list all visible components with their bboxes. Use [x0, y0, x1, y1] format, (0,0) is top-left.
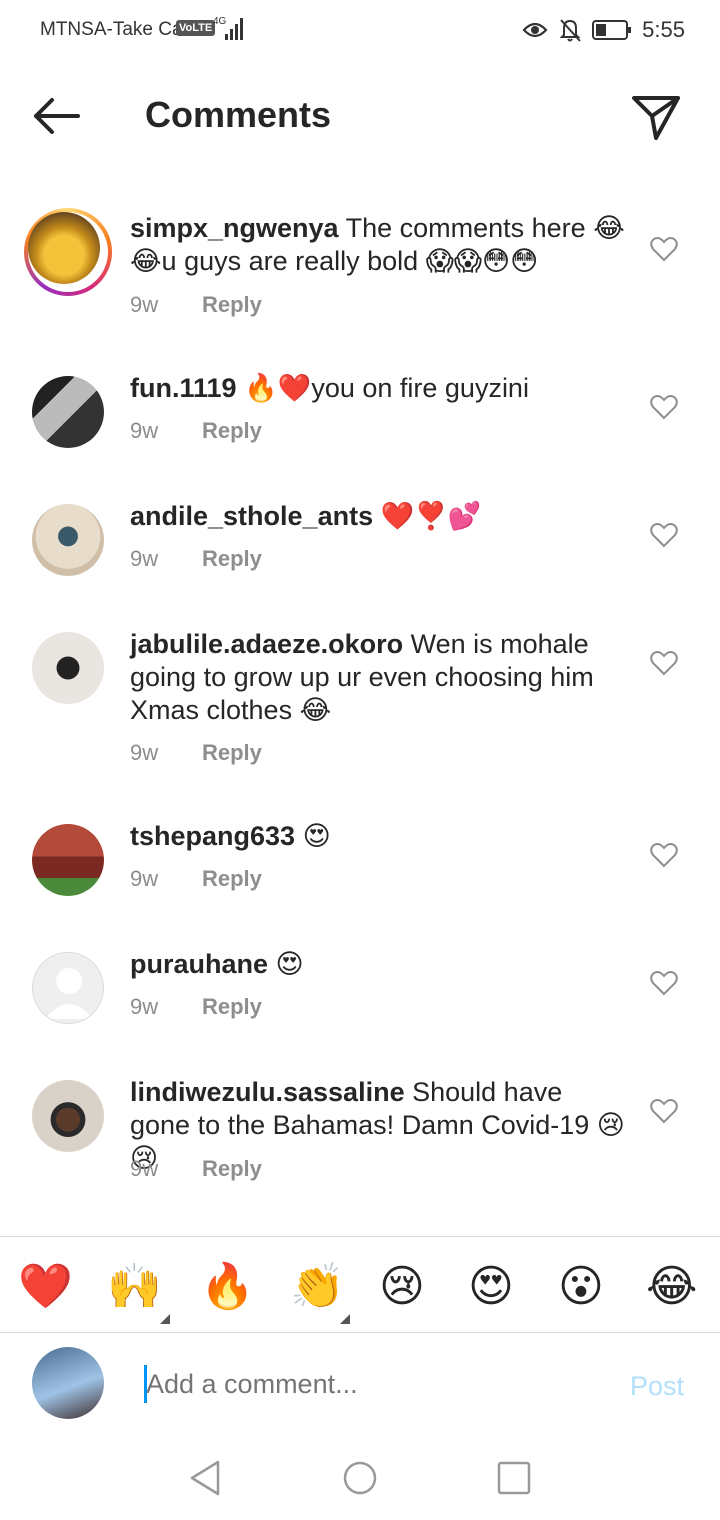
- comment-body: tshepang633 😍: [130, 820, 625, 853]
- comment-meta: 9w Reply: [130, 740, 262, 766]
- avatar[interactable]: [32, 376, 104, 448]
- comment-time: 9w: [130, 292, 159, 317]
- emoji-laugh-button[interactable]: 😂: [646, 1262, 697, 1312]
- comment-username[interactable]: andile_sthole_ants: [130, 501, 373, 531]
- reply-button[interactable]: Reply: [202, 292, 262, 318]
- comment-text: 🔥❤️you on fire guyzini: [244, 373, 529, 403]
- emoji-cry-button[interactable]: 😢: [379, 1262, 425, 1312]
- avatar[interactable]: [32, 824, 104, 896]
- avatar[interactable]: [32, 504, 104, 576]
- like-heart-icon[interactable]: [650, 650, 678, 676]
- avatar[interactable]: [32, 632, 104, 704]
- carrier-name: MTNSA-Take Ca: [40, 19, 183, 40]
- comment-composer: Post: [0, 1333, 720, 1433]
- reply-button[interactable]: Reply: [202, 866, 262, 892]
- avatar[interactable]: [32, 952, 104, 1024]
- comment-meta: 9w Reply: [130, 866, 262, 892]
- like-heart-icon[interactable]: [650, 1098, 678, 1124]
- comment-username[interactable]: fun.1119: [130, 373, 237, 403]
- signal-icon: 4G: [213, 16, 243, 40]
- my-avatar: [32, 1347, 104, 1419]
- comment-time: 9w: [130, 1156, 159, 1181]
- comment-username[interactable]: jabulile.adaeze.okoro: [130, 629, 403, 659]
- nav-back-icon[interactable]: [186, 1458, 226, 1498]
- comment-meta: 9w Reply: [130, 418, 262, 444]
- nav-home-icon[interactable]: [340, 1458, 380, 1498]
- like-heart-icon[interactable]: [650, 236, 678, 262]
- like-heart-icon[interactable]: [650, 842, 678, 868]
- nav-recents-icon[interactable]: [494, 1458, 534, 1498]
- reply-button[interactable]: Reply: [202, 1156, 262, 1182]
- comment-input[interactable]: [146, 1369, 576, 1400]
- emoji-surprised-button[interactable]: 😮: [558, 1262, 604, 1312]
- comment-time: 9w: [130, 866, 159, 891]
- status-bar: MTNSA-Take Ca VoLTE 4G 5:55: [0, 0, 720, 62]
- emoji-heart-eyes-button[interactable]: 😍: [468, 1262, 514, 1312]
- comment-username[interactable]: tshepang633: [130, 821, 295, 851]
- comment-meta: 9w Reply: [130, 1156, 262, 1182]
- like-heart-icon[interactable]: [650, 394, 678, 420]
- avatar[interactable]: [32, 1080, 104, 1152]
- reply-button[interactable]: Reply: [202, 546, 262, 572]
- comment-body: simpx_ngwenya The comments here 😂😂u guys…: [130, 212, 625, 278]
- header: Comments: [0, 62, 720, 172]
- comment-meta: 9w Reply: [130, 292, 262, 318]
- bell-off-icon: [559, 19, 581, 42]
- comment-text: ❤️❣️💕: [380, 501, 482, 531]
- comment-username[interactable]: simpx_ngwenya: [130, 213, 339, 243]
- emoji-quick-bar: ❤️ 🙌 🔥 👏 😢 😍 😮 😂: [0, 1238, 720, 1332]
- direct-send-icon[interactable]: [628, 92, 684, 142]
- network-type: 4G: [213, 16, 227, 27]
- comment-meta: 9w Reply: [130, 546, 262, 572]
- default-avatar-icon: [45, 968, 93, 1019]
- like-heart-icon[interactable]: [650, 522, 678, 548]
- comment-username[interactable]: lindiwezulu.sassaline: [130, 1077, 405, 1107]
- back-arrow-icon[interactable]: [30, 92, 82, 140]
- comment-time: 9w: [130, 994, 159, 1019]
- comment-text: 😍: [302, 821, 331, 851]
- divider: [0, 1236, 720, 1237]
- skin-tone-indicator: [160, 1314, 170, 1324]
- comment-time: 9w: [130, 418, 159, 443]
- system-nav-bar: [0, 1440, 720, 1520]
- skin-tone-indicator: [340, 1314, 350, 1324]
- eye-icon: [522, 22, 548, 38]
- comment-text: 😍: [275, 949, 304, 979]
- reply-button[interactable]: Reply: [202, 418, 262, 444]
- like-heart-icon[interactable]: [650, 970, 678, 996]
- clock: 5:55: [642, 17, 685, 42]
- emoji-clap-button[interactable]: 👏: [290, 1262, 345, 1312]
- comment-time: 9w: [130, 546, 159, 571]
- comment-time: 9w: [130, 740, 159, 765]
- emoji-fire-button[interactable]: 🔥: [200, 1262, 255, 1312]
- volte-badge: VoLTE: [176, 20, 216, 36]
- comment-username[interactable]: purauhane: [130, 949, 268, 979]
- comment-body: jabulile.adaeze.okoro Wen is mohale goin…: [130, 628, 625, 727]
- avatar[interactable]: [24, 208, 112, 296]
- battery-icon: [592, 20, 632, 40]
- reply-button[interactable]: Reply: [202, 994, 262, 1020]
- emoji-heart-button[interactable]: ❤️: [18, 1262, 73, 1312]
- comment-body: purauhane 😍: [130, 948, 625, 981]
- emoji-raised-hands-button[interactable]: 🙌: [107, 1262, 162, 1312]
- comment-meta: 9w Reply: [130, 994, 262, 1020]
- reply-button[interactable]: Reply: [202, 740, 262, 766]
- page-title: Comments: [145, 94, 332, 135]
- post-button[interactable]: Post: [630, 1371, 684, 1402]
- comment-body: andile_sthole_ants ❤️❣️💕: [130, 500, 625, 533]
- comment-body: fun.1119 🔥❤️you on fire guyzini: [130, 372, 625, 405]
